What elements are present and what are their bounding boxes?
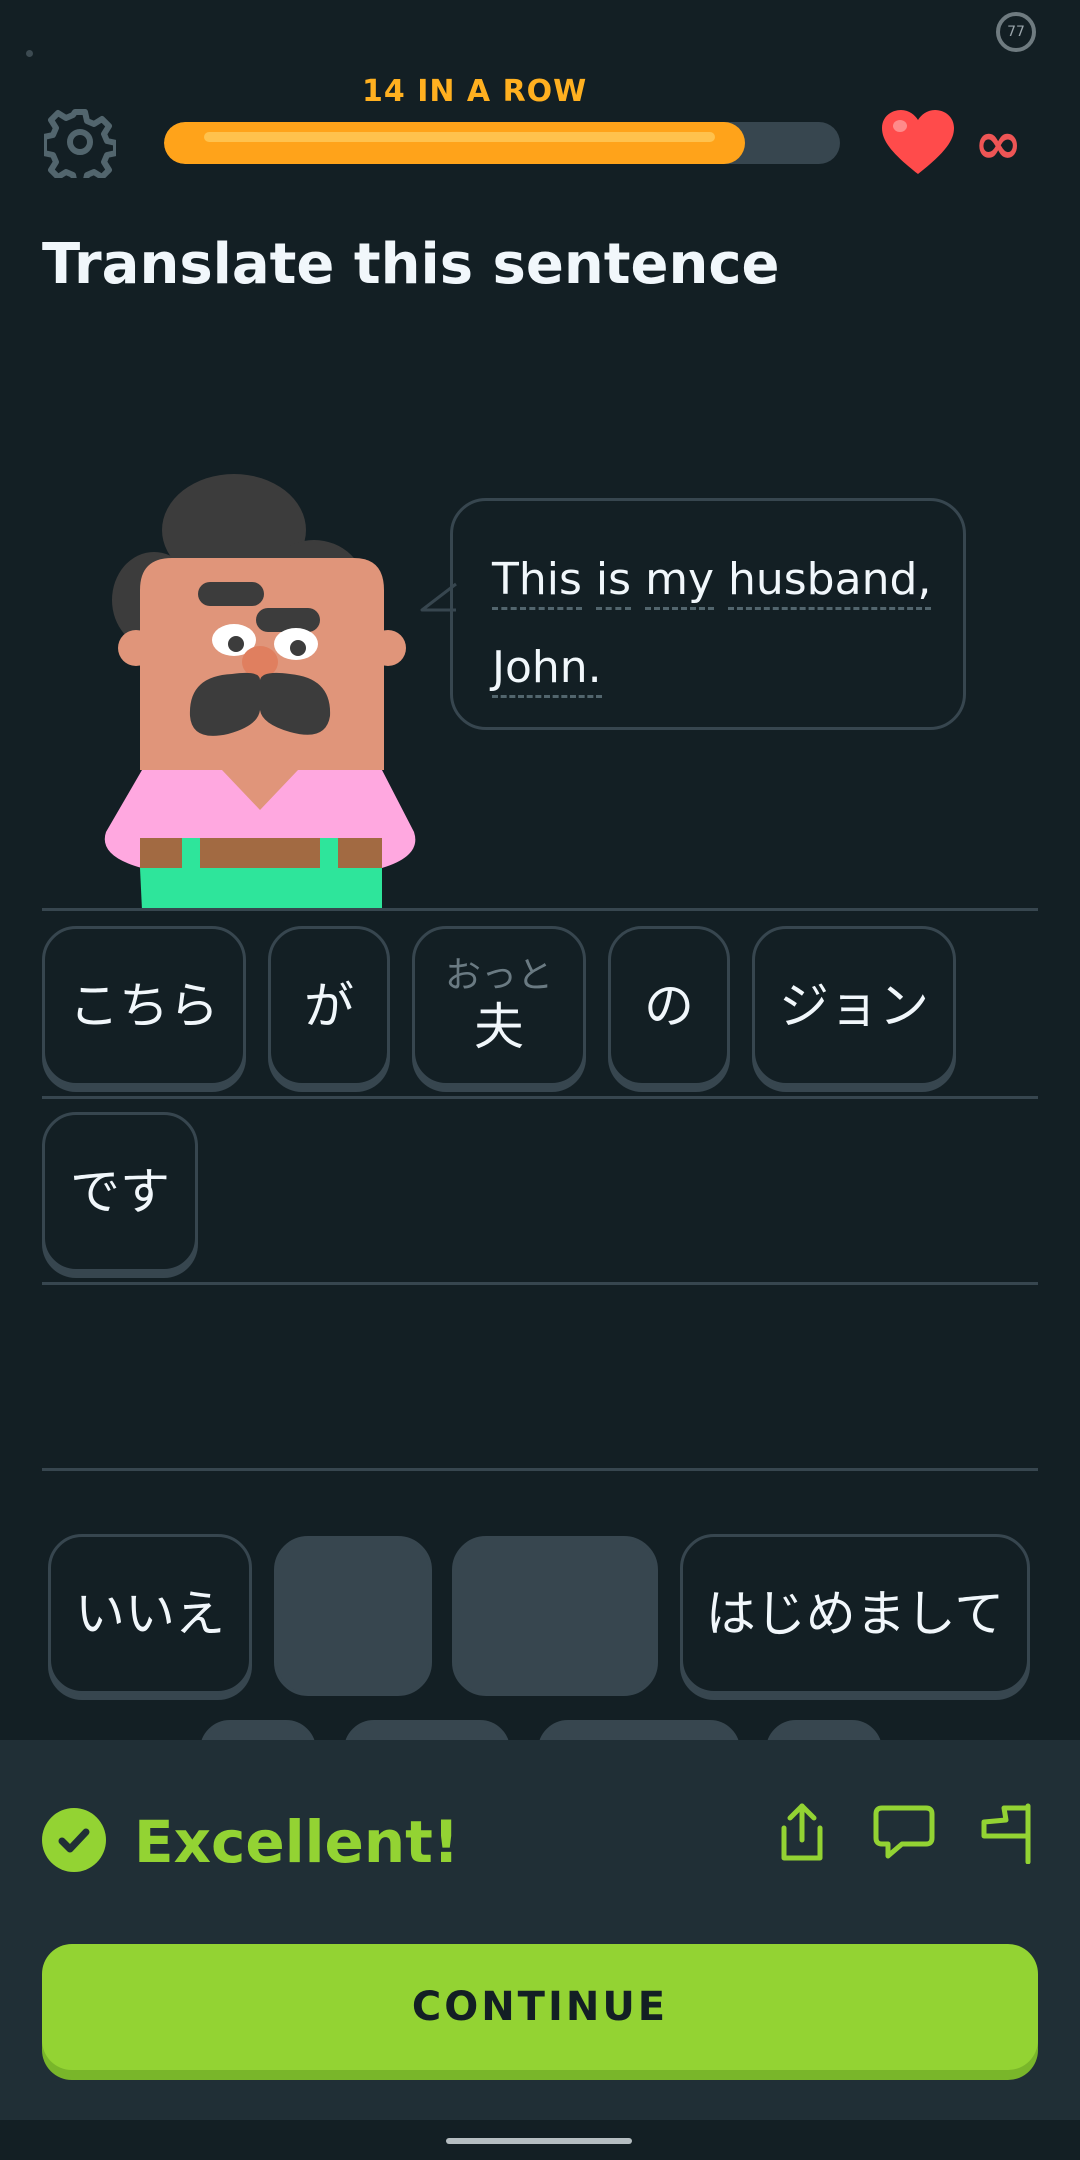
answer-line <box>42 1096 1038 1099</box>
status-dot <box>26 50 33 57</box>
word-bank-tile[interactable]: はじめまして <box>680 1534 1030 1694</box>
answer-tile[interactable]: の <box>608 926 730 1086</box>
word-bank-tile[interactable]: いいえ <box>48 1534 252 1694</box>
battery-level: 77 <box>1007 24 1025 40</box>
answer-tile[interactable]: こちら <box>42 926 246 1086</box>
answer-tile[interactable]: が <box>268 926 390 1086</box>
heart-icon[interactable] <box>880 108 956 176</box>
battery-indicator: 77 <box>996 12 1036 52</box>
page-title: Translate this sentence <box>42 232 780 297</box>
word-bank-slot-used <box>452 1536 658 1696</box>
infinite-lives-indicator: ∞ <box>974 109 1023 177</box>
prompt-sentence: This is my husband, John. <box>492 536 932 712</box>
answer-tile[interactable]: おっと 夫 <box>412 926 586 1086</box>
prompt-word[interactable]: John. <box>492 642 602 698</box>
furigana: おっと <box>444 954 553 996</box>
report-flag-icon[interactable] <box>976 1800 1040 1864</box>
answer-line <box>42 908 1038 911</box>
character-illustration <box>104 474 416 910</box>
answer-line <box>42 1282 1038 1285</box>
prompt-word[interactable]: is <box>595 554 632 610</box>
word-bank-slot-used <box>274 1536 432 1696</box>
checkmark-icon <box>42 1808 106 1872</box>
answer-tile[interactable]: ジョン <box>752 926 956 1086</box>
prompt-word[interactable]: husband, <box>727 554 932 610</box>
feedback-message: Excellent! <box>134 1808 460 1876</box>
progress-shine <box>204 132 716 142</box>
streak-label: 14 IN A ROW <box>362 74 588 109</box>
prompt-word[interactable]: my <box>645 554 714 610</box>
lesson-progress-bar <box>164 122 840 164</box>
progress-fill <box>164 122 746 164</box>
home-indicator[interactable] <box>446 2138 632 2144</box>
share-icon[interactable] <box>770 1800 834 1864</box>
prompt-word[interactable]: This <box>492 554 582 610</box>
answer-tile[interactable]: です <box>42 1112 198 1272</box>
continue-button[interactable]: CONTINUE <box>42 1944 1038 2070</box>
comment-icon[interactable] <box>872 1800 936 1864</box>
settings-gear-icon[interactable] <box>44 106 116 178</box>
answer-line <box>42 1468 1038 1471</box>
